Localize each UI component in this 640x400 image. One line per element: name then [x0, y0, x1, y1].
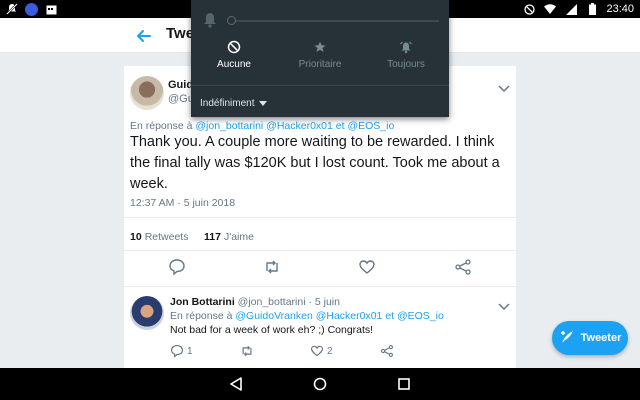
- mode-none-label: Aucune: [217, 59, 251, 70]
- mode-priority-label: Prioritaire: [298, 59, 342, 70]
- share-action[interactable]: [380, 344, 394, 358]
- status-time: 23:40: [606, 3, 634, 15]
- reply-count: 1: [187, 345, 193, 357]
- reply-mentions[interactable]: @GuidoVranken @Hacker0x01 et @EOS_io: [235, 310, 443, 322]
- retweets-count: 10: [130, 231, 142, 243]
- chevron-down-icon[interactable]: [498, 298, 510, 311]
- mode-always-label: Toujours: [387, 59, 425, 70]
- tweet-timestamp: 12:37 AM · 5 juin 2018: [130, 197, 236, 209]
- like-count: 2: [327, 345, 333, 357]
- reply-author-handle: @jon_bottarini: [237, 296, 306, 308]
- mode-none[interactable]: Aucune: [191, 40, 277, 70]
- retweet-icon: [242, 345, 252, 357]
- mode-always[interactable]: Toujours: [363, 40, 449, 70]
- navigation-bar: [0, 368, 640, 400]
- like-action[interactable]: 2: [310, 344, 333, 358]
- slider-track[interactable]: [231, 20, 439, 22]
- chevron-down-icon[interactable]: [498, 80, 510, 93]
- app-circle-icon: [25, 2, 38, 16]
- nav-back-icon[interactable]: [228, 376, 244, 392]
- reply-author-name[interactable]: Jon Bottarini: [170, 296, 235, 308]
- signal-icon: [564, 2, 578, 16]
- likes-stat[interactable]: 117 J'aime: [204, 231, 254, 243]
- author-handle: @Gu: [168, 93, 194, 105]
- reply-prefix: En réponse à: [130, 120, 193, 132]
- duration-dropdown[interactable]: Indéfiniment: [200, 98, 268, 109]
- likes-count: 117: [204, 231, 221, 243]
- do-not-disturb-panel: Aucune Prioritaire Toujours Indéfiniment: [191, 0, 449, 117]
- alarm-icon: [399, 40, 413, 54]
- page-title: Twe: [166, 25, 195, 42]
- retweet-icon[interactable]: [263, 258, 281, 276]
- bell-icon: [203, 12, 217, 28]
- slider-thumb[interactable]: [227, 16, 236, 25]
- reply-action[interactable]: 1: [170, 344, 193, 358]
- reply-date: · 5 juin: [308, 296, 340, 308]
- reply-header: Jon Bottarini @jon_bottarini · 5 juin: [170, 296, 340, 308]
- star-icon: [313, 40, 327, 54]
- battery-icon: [585, 2, 599, 16]
- tweet-actions: [124, 258, 516, 282]
- dropdown-arrow-icon: [259, 98, 268, 109]
- compose-icon: [559, 329, 575, 348]
- like-icon: [310, 345, 324, 357]
- reply-context: En réponse à @GuidoVranken @Hacker0x01 e…: [170, 310, 444, 322]
- compose-label: Tweeter: [580, 332, 622, 344]
- like-icon[interactable]: [358, 258, 376, 276]
- reply-text: Not bad for a week of work eh? ;) Congra…: [170, 324, 374, 336]
- compose-tweet-button[interactable]: Tweeter: [552, 321, 628, 355]
- avatar[interactable]: [130, 76, 164, 110]
- do-not-disturb-icon: [522, 2, 536, 16]
- reply-mentions[interactable]: @jon_bottarini @Hacker0x01 et @EOS_io: [195, 120, 394, 132]
- retweets-stat[interactable]: 10 Retweets: [130, 231, 188, 243]
- reply-tweet[interactable]: Jon Bottarini @jon_bottarini · 5 juin En…: [124, 288, 516, 368]
- duration-label: Indéfiniment: [200, 98, 255, 109]
- panel-divider: [191, 85, 449, 86]
- share-icon[interactable]: [454, 258, 472, 276]
- retweet-action[interactable]: [240, 344, 254, 358]
- notifications-off-icon: [5, 2, 19, 16]
- tweet-stats: 10 Retweets 117 J'aime: [124, 217, 516, 251]
- back-arrow-icon[interactable]: [134, 26, 154, 46]
- likes-label: J'aime: [223, 231, 254, 243]
- dnd-mode-options: Aucune Prioritaire Toujours: [191, 40, 449, 80]
- retweets-label: Retweets: [144, 231, 189, 243]
- wifi-icon: [543, 2, 557, 16]
- reply-icon: [170, 344, 184, 358]
- volume-slider[interactable]: [191, 10, 449, 32]
- reply-prefix: En réponse à: [170, 310, 233, 322]
- calendar-icon: [44, 2, 58, 16]
- reply-actions: 1 2: [170, 344, 470, 362]
- reply-context: En réponse à @jon_bottarini @Hacker0x01 …: [130, 120, 394, 132]
- nav-home-icon[interactable]: [312, 376, 328, 392]
- block-icon: [227, 40, 241, 54]
- reply-icon[interactable]: [168, 258, 186, 276]
- tweet-text: Thank you. A couple more waiting to be r…: [130, 134, 500, 192]
- avatar[interactable]: [130, 296, 164, 330]
- share-icon: [381, 345, 393, 357]
- nav-recents-icon[interactable]: [396, 376, 412, 392]
- author-name[interactable]: Guid: [168, 79, 193, 91]
- mode-priority[interactable]: Prioritaire: [277, 40, 363, 70]
